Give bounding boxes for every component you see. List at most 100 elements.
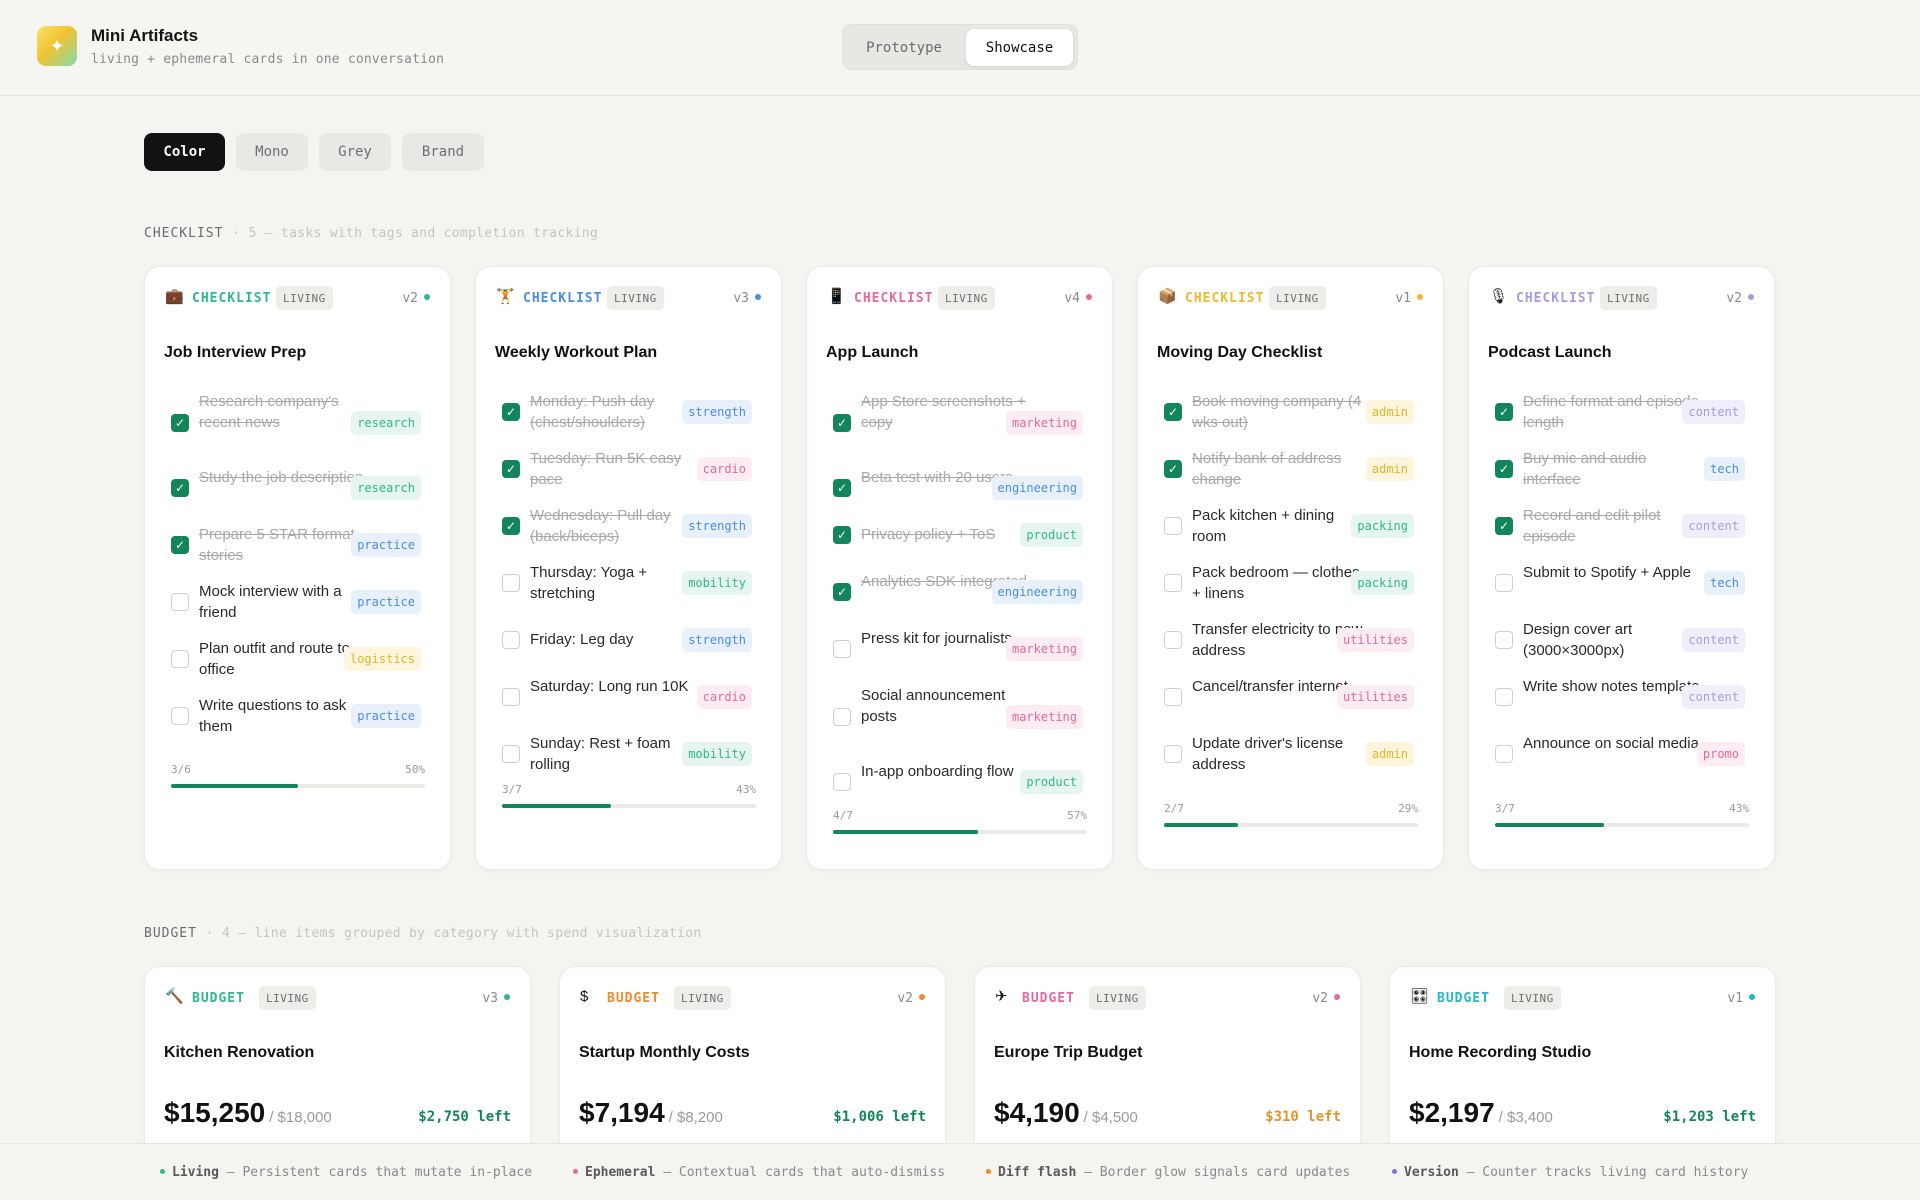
task-item[interactable]: ✓ Privacy policy + ToS product (833, 522, 1093, 547)
task-item[interactable]: In-app onboarding flow product (833, 761, 1093, 803)
task-item[interactable]: Mock interview with a friend practice (171, 581, 431, 623)
task-checkbox[interactable] (1495, 631, 1513, 649)
task-checkbox[interactable]: ✓ (171, 413, 189, 432)
version-counter: v1 (1395, 291, 1423, 306)
task-item[interactable]: ✓ Define format and episode length content (1495, 391, 1755, 433)
task-item[interactable]: Cancel/transfer internet utilities (1164, 676, 1424, 718)
task-checkbox[interactable] (1164, 688, 1182, 706)
task-item[interactable]: ✓ Study the job description research (171, 467, 431, 509)
card-type-icon: 🎙 (1489, 288, 1509, 305)
task-item[interactable]: Saturday: Long run 10K cardio (502, 676, 762, 718)
progress-text: 3/7 43% (502, 783, 756, 796)
task-item[interactable]: Thursday: Yoga + stretching mobility (502, 562, 762, 604)
task-item[interactable]: ✓ Research company's recent news research (171, 391, 431, 454)
version-label: v2 (1312, 991, 1328, 1006)
budget-card[interactable]: 🔨 BUDGET LIVING v3 Kitchen Renovation $15,250… (144, 966, 531, 1156)
task-item[interactable]: Submit to Spotify + Apple tech (1495, 562, 1755, 604)
task-item[interactable]: Friday: Leg day strength (502, 627, 762, 652)
task-checkbox[interactable] (1164, 574, 1182, 592)
mode-prototype-button[interactable]: Prototype (847, 29, 961, 66)
task-checkbox[interactable]: ✓ (1495, 460, 1513, 478)
task-checkbox[interactable]: ✓ (833, 413, 851, 432)
task-label: Privacy policy + ToS (861, 526, 996, 543)
checklist-card[interactable]: 📱 CHECKLIST LIVING v4 App Launch ✓ App Store s… (806, 266, 1113, 870)
task-item[interactable]: Transfer electricity to new address utili… (1164, 619, 1424, 661)
task-item[interactable]: Pack kitchen + dining room packing (1164, 505, 1424, 547)
task-item[interactable]: Social announcement posts marketing (833, 685, 1093, 748)
task-item[interactable]: ✓ Tuesday: Run 5K easy pace cardio (502, 448, 762, 490)
task-checkbox[interactable]: ✓ (1164, 403, 1182, 421)
task-item[interactable]: Press kit for journalists marketing (833, 628, 1093, 670)
living-badge: LIVING (1600, 286, 1657, 310)
task-checkbox[interactable] (502, 630, 520, 649)
task-item[interactable]: Design cover art (3000×3000px) content (1495, 619, 1755, 661)
task-checkbox[interactable] (1164, 745, 1182, 763)
checklist-card[interactable]: 📦 CHECKLIST LIVING v1 Moving Day Checklist ✓ B… (1137, 266, 1444, 870)
task-item[interactable]: ✓ Book moving company (4 wks out) admin (1164, 391, 1424, 433)
task-checkbox[interactable]: ✓ (1495, 517, 1513, 535)
legend-item-diff-flash: Diff flash — Border glow signals card up… (986, 1165, 1350, 1180)
task-checkbox[interactable]: ✓ (1164, 460, 1182, 478)
checklist-card[interactable]: 🎙 CHECKLIST LIVING v2 Podcast Launch ✓ Define … (1468, 266, 1775, 870)
task-item[interactable]: ✓ Beta test with 20 users engineering (833, 467, 1093, 509)
task-item[interactable]: ✓ Notify bank of address change admin (1164, 448, 1424, 490)
progress-bar (1164, 823, 1418, 827)
budget-card[interactable]: $ BUDGET LIVING v2 Startup Monthly Costs $7,1… (559, 966, 946, 1156)
task-checkbox[interactable]: ✓ (1495, 403, 1513, 421)
task-checkbox[interactable]: ✓ (171, 479, 189, 497)
task-item[interactable]: ✓ Prepare 5 STAR format stories practice (171, 524, 431, 566)
filter-color-button[interactable]: Color (144, 133, 225, 171)
task-checkbox[interactable] (502, 688, 520, 706)
task-item[interactable]: Sunday: Rest + foam rolling mobility (502, 733, 762, 775)
task-item[interactable]: ✓ Record and edit pilot episode content (1495, 505, 1755, 547)
task-checkbox[interactable] (833, 707, 851, 726)
checklist-card[interactable]: 🏋 CHECKLIST LIVING v3 Weekly Workout Plan ✓ Mo… (475, 266, 782, 870)
task-item[interactable]: ✓ Buy mic and audio interface tech (1495, 448, 1755, 490)
task-tag: mobility (682, 742, 752, 766)
task-item[interactable]: Write show notes template content (1495, 676, 1755, 718)
task-checkbox[interactable]: ✓ (171, 536, 189, 554)
task-checkbox[interactable]: ✓ (833, 583, 851, 601)
progress-text: 3/7 43% (1495, 802, 1749, 815)
task-item[interactable]: ✓ Wednesday: Pull day (back/biceps) streng… (502, 505, 762, 547)
task-checkbox[interactable] (1164, 631, 1182, 649)
task-checkbox[interactable] (833, 773, 851, 791)
task-checkbox[interactable] (171, 707, 189, 725)
checklist-card[interactable]: 💼 CHECKLIST LIVING v2 Job Interview Prep ✓ Res… (144, 266, 451, 870)
task-checkbox[interactable]: ✓ (502, 460, 520, 478)
task-tag: packing (1351, 514, 1414, 538)
task-checkbox[interactable]: ✓ (502, 517, 520, 535)
task-item[interactable]: Update driver's license address admin (1164, 733, 1424, 775)
task-checkbox[interactable] (1495, 745, 1513, 763)
filter-brand-button[interactable]: Brand (402, 133, 484, 171)
task-checkbox[interactable] (171, 593, 189, 611)
task-checkbox[interactable]: ✓ (833, 479, 851, 497)
mode-showcase-button[interactable]: Showcase (966, 29, 1073, 66)
version-dot (755, 294, 761, 300)
task-label: Submit to Spotify + Apple (1523, 564, 1692, 581)
progress-count: 3/6 (171, 763, 191, 776)
task-item[interactable]: ✓ App Store screenshots + copy marketing (833, 391, 1093, 454)
task-checkbox[interactable] (1495, 688, 1513, 706)
task-item[interactable]: Write questions to ask them practice (171, 695, 431, 737)
task-checkbox[interactable]: ✓ (833, 525, 851, 544)
task-item[interactable]: Plan outfit and route to office logistics (171, 638, 431, 680)
budget-card[interactable]: 🎛 BUDGET LIVING v1 Home Recording Studio $2,1… (1389, 966, 1776, 1156)
task-item[interactable]: ✓ Monday: Push day (chest/shoulders) stren… (502, 391, 762, 433)
task-checkbox[interactable] (1164, 517, 1182, 535)
task-item[interactable]: Announce on social media promo (1495, 733, 1755, 775)
card-type-label: BUDGET (607, 991, 660, 1006)
task-item[interactable]: Pack bedroom — clothes + linens packing (1164, 562, 1424, 604)
filter-mono-button[interactable]: Mono (236, 133, 308, 171)
filter-grey-button[interactable]: Grey (319, 133, 391, 171)
task-checkbox[interactable] (171, 650, 189, 668)
budget-card[interactable]: ✈ BUDGET LIVING v2 Europe Trip Budget $4,190/… (974, 966, 1361, 1156)
task-checkbox[interactable] (833, 640, 851, 658)
version-dot (1086, 294, 1092, 300)
task-checkbox[interactable]: ✓ (502, 403, 520, 421)
task-item[interactable]: ✓ Analytics SDK integrated engineering (833, 571, 1093, 613)
task-checkbox[interactable] (502, 745, 520, 763)
task-checkbox[interactable] (502, 574, 520, 592)
spent-amount: $15,250 (164, 1097, 266, 1128)
task-checkbox[interactable] (1495, 574, 1513, 592)
